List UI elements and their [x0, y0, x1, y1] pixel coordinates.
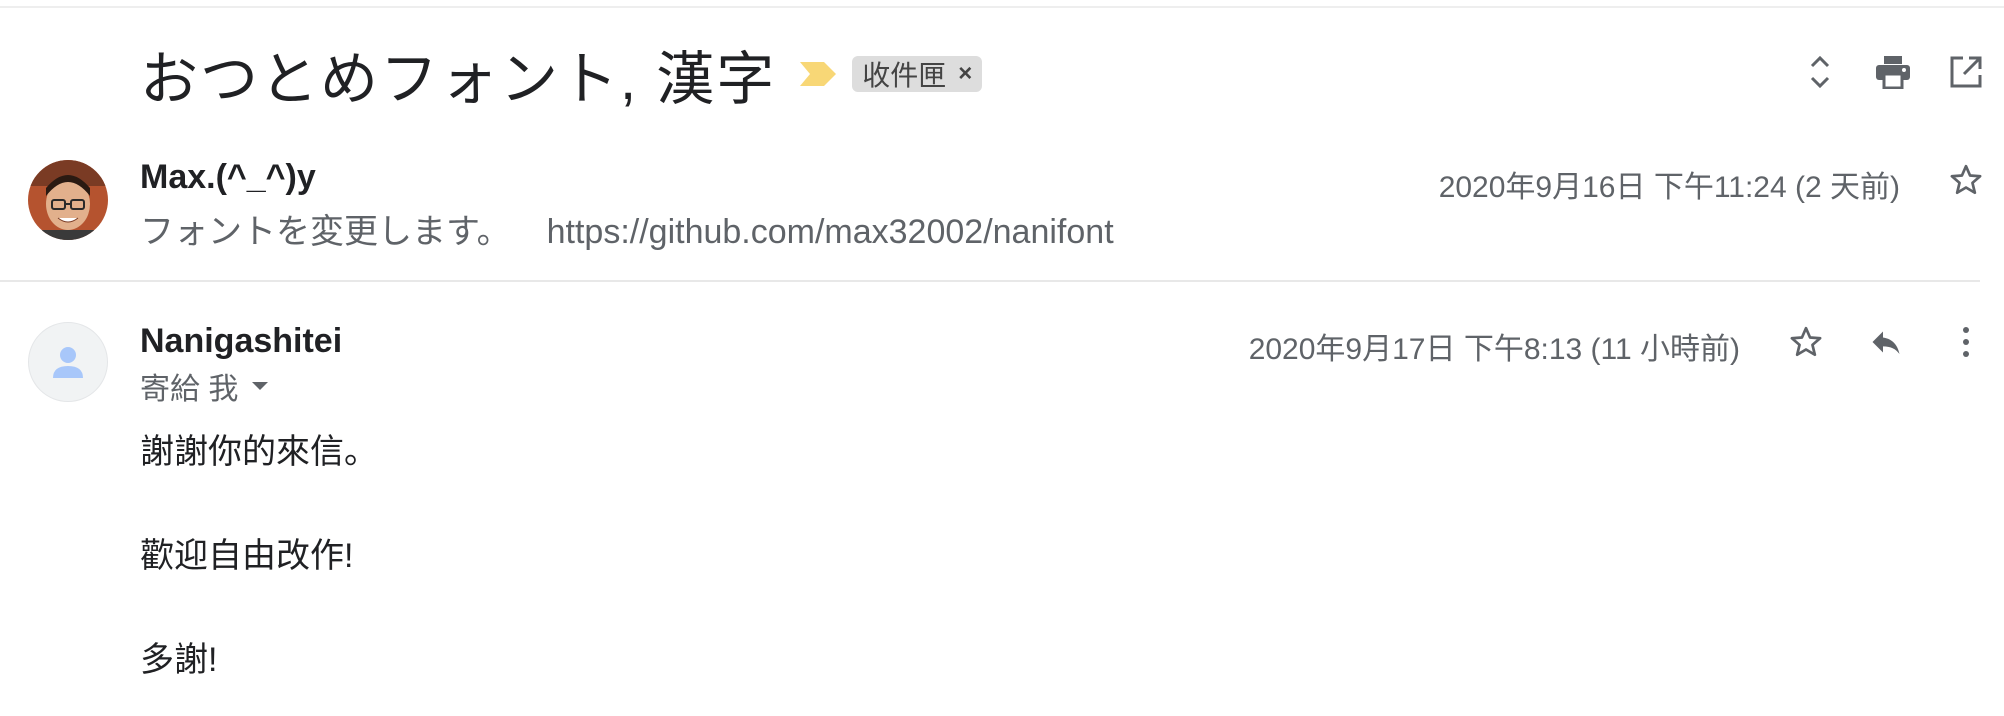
default-person-icon	[53, 347, 83, 378]
message-snippet: フォントを変更します。 https://github.com/max32002/n…	[140, 204, 1114, 253]
label-chip-inbox: 收件匣 ×	[852, 56, 983, 92]
importance-marker-icon[interactable]	[798, 60, 838, 88]
more-vert-icon	[1963, 327, 1969, 357]
sender-name: Max.(^_^)y	[140, 158, 316, 196]
message-date: 2020年9月17日 下午8:13 (11 小時前)	[1248, 333, 1740, 366]
reply-button[interactable]	[1866, 322, 1906, 362]
star-icon	[1790, 326, 1822, 357]
print-button[interactable]	[1873, 52, 1913, 92]
remove-label-button[interactable]: ×	[958, 60, 972, 88]
message-divider	[0, 280, 1980, 282]
message-collapsed[interactable]: Max.(^_^)y フォントを変更します。 https://github.com…	[0, 150, 2004, 280]
expand-collapse-icon	[1810, 55, 1830, 89]
open-in-new-window-button[interactable]	[1946, 52, 1986, 92]
star-button[interactable]	[1946, 160, 1986, 200]
sender-avatar[interactable]	[28, 322, 108, 402]
more-options-button[interactable]	[1946, 322, 1986, 362]
profile-photo	[28, 160, 108, 240]
print-icon	[1876, 56, 1910, 89]
chevron-down-icon	[252, 382, 269, 390]
message-body-line: 謝謝你的來信。	[140, 433, 378, 471]
sender-avatar[interactable]	[28, 160, 108, 240]
open-in-new-window-icon	[1950, 56, 1982, 88]
thread-actions	[1767, 52, 1986, 92]
top-divider	[0, 6, 2004, 8]
snippet-link: https://github.com/max32002/nanifont	[546, 213, 1114, 251]
expand-collapse-button[interactable]	[1800, 52, 1840, 92]
message-actions	[1746, 322, 1986, 362]
recipient-text: 寄給 我	[140, 373, 239, 406]
sender-name: Nanigashitei	[140, 322, 343, 360]
label-chip-text: 收件匣	[862, 60, 947, 91]
reply-icon	[1872, 331, 1900, 354]
recipient-details-toggle[interactable]: 寄給 我	[140, 364, 269, 408]
thread-subject: おつとめフォント, 漢字	[140, 47, 777, 112]
star-icon	[1950, 164, 1982, 195]
message-expanded: Nanigashitei 寄給 我 2020年9月17日 下午8:13 (11 …	[0, 300, 2004, 716]
message-date: 2020年9月16日 下午11:24 (2 天前)	[1438, 171, 1900, 204]
star-button[interactable]	[1786, 322, 1826, 362]
message-body-line: 多謝!	[140, 641, 218, 679]
thread-subject-row: おつとめフォント, 漢字 收件匣 ×	[140, 34, 983, 114]
snippet-text: フォントを変更します。	[140, 213, 511, 251]
message-body-line: 歡迎自由改作!	[140, 537, 354, 575]
